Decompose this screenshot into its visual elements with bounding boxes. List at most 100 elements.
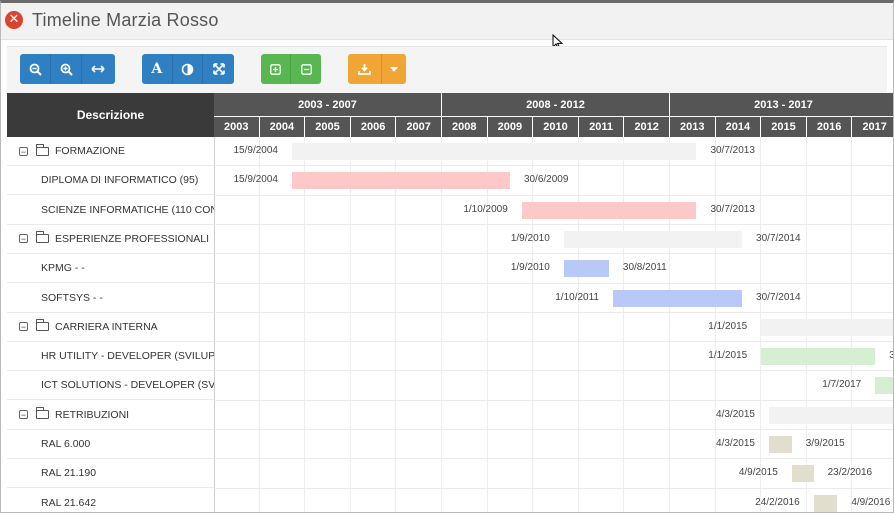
start-date-label: 1/1/2015 (708, 350, 748, 362)
collapse-toggle-icon[interactable]: − (19, 146, 28, 156)
period-header: 2008 - 2012 (442, 93, 670, 116)
folder-icon (36, 231, 49, 244)
zoom-group (20, 54, 115, 84)
zoom-in-button[interactable] (51, 54, 82, 84)
end-date-label: 3/9/2015 (805, 438, 845, 449)
task-bar[interactable] (813, 494, 838, 512)
row-gridline (214, 429, 893, 430)
row-label: SCIENZE INFORMATICHE (110 CON (41, 203, 214, 216)
view-group: A (142, 54, 234, 84)
caret-down-icon (390, 66, 398, 72)
task-row[interactable]: RAL 21.190 (7, 459, 214, 489)
export-menu-button[interactable] (382, 54, 406, 84)
export-button[interactable] (348, 54, 382, 84)
row-gridline (214, 458, 893, 460)
start-date-label: 15/9/2004 (233, 174, 278, 186)
task-row[interactable]: KPMG - - (7, 254, 214, 284)
task-row[interactable]: SCIENZE INFORMATICHE (110 CON (7, 196, 214, 225)
year-header: 2016 (806, 116, 853, 137)
end-date-label: 30/7/2014 (756, 232, 801, 244)
task-bar[interactable] (791, 465, 814, 483)
year-header: 2015 (761, 116, 807, 137)
group-bar[interactable] (291, 143, 697, 160)
collapse-toggle-icon[interactable]: − (19, 410, 28, 420)
start-date-label: 24/2/2016 (755, 496, 800, 508)
fullscreen-icon (212, 63, 225, 75)
year-gridline (441, 137, 442, 512)
year-header: 2011 (578, 116, 625, 137)
year-header: 2008 (442, 116, 488, 137)
tree-group (261, 54, 321, 84)
year-header: 2010 (533, 116, 579, 137)
start-date-label: 1/9/2010 (510, 262, 550, 274)
fit-width-button[interactable] (82, 54, 113, 84)
task-bar[interactable] (291, 172, 510, 190)
export-group (348, 54, 406, 84)
end-date-label: 30/6/2009 (523, 174, 569, 186)
row-gridline (214, 399, 893, 401)
end-date-label: 4/9/2016 (851, 496, 891, 508)
year-gridline (486, 137, 488, 512)
row-gridline (214, 282, 893, 284)
fullscreen-button[interactable] (203, 54, 234, 84)
group-row[interactable]: − FORMAZIONE (7, 137, 214, 166)
start-date-label: 15/9/2004 (233, 145, 278, 156)
row-label: RAL 21.190 (41, 467, 97, 480)
task-row[interactable]: SOFTSYS - - (7, 284, 214, 313)
row-label: ESPERIENZE PROFESSIONALI (55, 232, 210, 245)
contrast-icon (181, 63, 194, 75)
period-header: 2013 - 2017 (670, 93, 893, 116)
group-bar[interactable] (563, 230, 743, 248)
year-gridline (532, 137, 534, 512)
zoom-in-icon (60, 63, 73, 76)
group-row[interactable]: − ESPERIENZE PROFESSIONALI (7, 225, 214, 254)
window-title: Timeline Marzia Rosso (32, 10, 219, 30)
close-icon[interactable]: ✕ (5, 11, 23, 29)
end-date-label: 23/2/2016 (827, 467, 873, 479)
gantt-chart: Descrizione − FORMAZIONE DIPLOMA DI INFORM… (7, 93, 893, 512)
group-bar[interactable] (761, 318, 893, 336)
year-header: 2003 (214, 116, 260, 137)
year-gridline (349, 137, 351, 512)
collapse-toggle-icon[interactable]: − (19, 234, 28, 244)
year-header: 2007 (396, 116, 442, 137)
task-bar[interactable] (563, 260, 609, 278)
year-header: 2006 (350, 116, 397, 137)
task-row[interactable]: RAL 21.642 (7, 489, 214, 512)
toolbar: A (7, 46, 887, 93)
description-header: Descrizione (7, 93, 214, 137)
row-label: FORMAZIONE (55, 145, 125, 157)
year-gridline (623, 137, 625, 512)
row-label: CARRIERA INTERNA (55, 320, 158, 333)
year-header: 2009 (487, 116, 534, 137)
task-bar[interactable] (521, 201, 697, 219)
year-gridline (258, 137, 260, 512)
row-gridline (214, 165, 893, 167)
task-bar[interactable] (761, 348, 876, 366)
collapse-toggle-icon[interactable]: − (19, 322, 28, 332)
row-gridline (214, 253, 893, 255)
start-date-label: 1/10/2009 (463, 203, 508, 215)
task-row[interactable]: HR UTILITY - DEVELOPER (SVILUP (7, 342, 214, 372)
task-bar[interactable] (875, 377, 893, 395)
row-gridline (214, 311, 893, 313)
folder-icon (36, 407, 49, 420)
expand-all-button[interactable] (261, 54, 292, 84)
row-label: DIPLOMA DI INFORMATICO (95) (41, 174, 199, 187)
font-button[interactable]: A (142, 54, 173, 84)
task-bar[interactable] (613, 289, 743, 307)
row-label: ICT SOLUTIONS - DEVELOPER (SV (41, 379, 214, 392)
year-gridline (669, 137, 670, 512)
group-row[interactable]: − RETRIBUZIONI (7, 401, 214, 430)
collapse-all-button[interactable] (291, 54, 321, 84)
task-row[interactable]: RAL 6.000 (7, 430, 214, 459)
group-row[interactable]: − CARRIERA INTERNA (7, 313, 214, 342)
zoom-out-button[interactable] (20, 54, 51, 84)
download-icon (358, 64, 371, 75)
task-row[interactable]: ICT SOLUTIONS - DEVELOPER (SV (7, 371, 214, 401)
title-bar: ✕ Timeline Marzia Rosso (1, 3, 893, 40)
group-bar[interactable] (768, 406, 893, 424)
task-bar[interactable] (768, 436, 792, 453)
task-row[interactable]: DIPLOMA DI INFORMATICO (95) (7, 166, 214, 196)
contrast-button[interactable] (173, 54, 204, 84)
